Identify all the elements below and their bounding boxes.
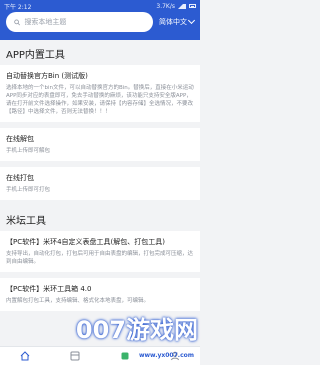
card-desc: 内置解包打包工具，支持编辑、格式化本地表盘，可编辑。 <box>6 298 150 304</box>
card-pc-watchface-tool[interactable]: 【PC软件】米环4自定义表盘工具(解包、打包工具) 支持导出，自动化打包，打包后… <box>0 231 200 272</box>
search-icon <box>14 19 21 25</box>
card-online-pack[interactable]: 在线打包 手机上传即可打包 <box>0 167 200 200</box>
grid-icon[interactable] <box>70 351 80 361</box>
watermark-url: www.yx007.com <box>138 352 194 359</box>
card-title: 在线打包 <box>6 174 34 182</box>
card-desc: 手机上传即可解包 <box>6 148 51 154</box>
battery-icon <box>189 4 196 8</box>
section-title-mitan-tools: 米坛工具 <box>6 216 46 227</box>
language-selector[interactable]: 简体中文 <box>159 16 196 27</box>
search-row: 简体中文 <box>0 12 200 32</box>
network-speed: 3.7K/s <box>156 2 175 10</box>
search-input[interactable] <box>24 18 145 26</box>
top-app-bar: 下午 2:12 3.7K/s 简体中文 <box>0 0 200 40</box>
card-title: 自动替换官方Bin (测试版) <box>6 72 88 80</box>
card-desc: 选择本地的一个bin文件，可以自动替换官方的Bin。替换后，直接在小米运动APP… <box>6 85 194 115</box>
status-indicators: 3.7K/s <box>156 3 196 10</box>
status-time: 下午 2:12 <box>4 3 32 11</box>
watermark: 007游戏网 <box>75 316 198 344</box>
card-desc: 支持导出，自动化打包，打包后可用于自由表盘的编辑，打包完成可压缩，达到自由编辑。 <box>6 251 194 265</box>
language-label: 简体中文 <box>159 18 187 26</box>
card-pc-toolbox[interactable]: 【PC软件】米环工具箱 4.0 内置解包打包工具，支持编辑、格式化本地表盘，可编… <box>0 278 200 311</box>
status-bar: 下午 2:12 3.7K/s <box>0 0 200 12</box>
main-content: APP内置工具 自动替换官方Bin (测试版) 选择本地的一个bin文件，可以自… <box>0 40 200 346</box>
signal-icon <box>178 3 186 9</box>
card-auto-replace-bin[interactable]: 自动替换官方Bin (测试版) 选择本地的一个bin文件，可以自动替换官方的Bi… <box>0 65 200 122</box>
home-icon[interactable] <box>20 351 30 361</box>
card-desc: 手机上传即可打包 <box>6 187 51 193</box>
chevron-down-icon <box>187 16 196 25</box>
card-online-unpack[interactable]: 在线解包 手机上传即可解包 <box>0 128 200 161</box>
tools-icon[interactable] <box>120 351 130 361</box>
card-title: 在线解包 <box>6 135 34 143</box>
section-title-app-tools: APP内置工具 <box>6 50 65 61</box>
card-title: 【PC软件】米环工具箱 4.0 <box>6 285 92 293</box>
search-box[interactable] <box>6 12 153 32</box>
card-title: 【PC软件】米环4自定义表盘工具(解包、打包工具) <box>6 238 166 246</box>
